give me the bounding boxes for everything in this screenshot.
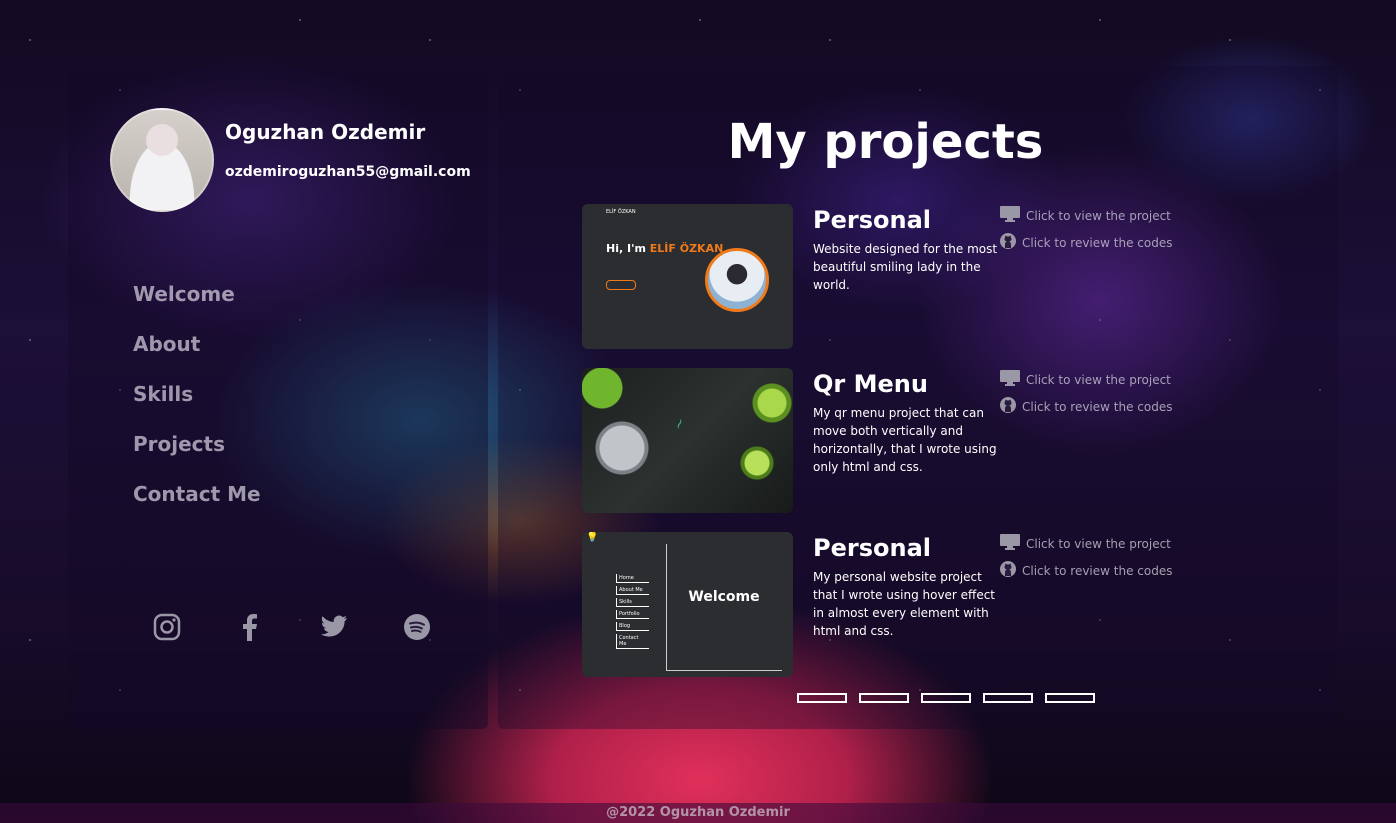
view-project-link[interactable]: Click to view the project [1000,206,1171,225]
review-code-label: Click to review the codes [1022,563,1173,578]
carousel-indicator[interactable] [797,693,847,703]
view-project-label: Click to view the project [1026,536,1171,551]
carousel-indicator[interactable] [921,693,971,703]
thumb-menu-item: Portfolio [616,610,649,619]
project-description: Website designed for the most beautiful … [813,242,998,292]
thumb-greeting-name: ELİF ÖZKAN [649,242,724,255]
nav-item-skills[interactable]: Skills [133,379,261,429]
carousel-indicators [797,693,1095,703]
carousel-indicator[interactable] [983,693,1033,703]
thumb-portrait [705,248,769,312]
nav-item-projects[interactable]: Projects [133,429,261,479]
thumb-greeting-text: Hi, I'm [606,242,646,255]
thumb-menu-item: Contact Me [616,634,649,649]
project-card: ELİF ÖZKAN Hi, I'm ELİF ÖZKAN Personal W… [582,204,1182,349]
github-icon [1000,233,1016,252]
sidebar-nav: Welcome About Skills Projects Contact Me [133,279,261,529]
nav-item-contact[interactable]: Contact Me [133,479,261,529]
project-thumbnail[interactable]: 💡 Home About Me Skills Portfolio Blog Co… [582,532,793,677]
github-icon [1000,397,1016,416]
footer-copyright: @2022 Oguzhan Ozdemir [606,805,790,820]
profile-email: ozdemiroguzhan55@gmail.com [225,164,471,180]
profile-name: Oguzhan Ozdemir [225,120,426,144]
project-card: ~ Qr Menu My qr menu project that can mo… [582,368,1182,513]
facebook-icon[interactable] [235,612,265,642]
thumb-script-decoration: ~ [670,415,690,433]
project-card: 💡 Home About Me Skills Portfolio Blog Co… [582,532,1182,677]
thumb-divider [666,544,667,670]
page-title: My projects [727,114,1044,170]
thumb-menu: Home About Me Skills Portfolio Blog Cont… [616,574,649,652]
sidebar: Oguzhan Ozdemir ozdemiroguzhan55@gmail.c… [68,66,488,729]
project-thumbnail[interactable]: ELİF ÖZKAN Hi, I'm ELİF ÖZKAN [582,204,793,349]
monitor-icon [1000,206,1020,225]
social-links [152,612,432,642]
view-project-label: Click to view the project [1026,372,1171,387]
monitor-icon [1000,534,1020,553]
thumb-menu-item: Skills [616,598,649,607]
project-thumbnail[interactable]: ~ [582,368,793,513]
project-description: My qr menu project that can move both ve… [813,406,997,474]
github-icon [1000,561,1016,580]
twitter-icon[interactable] [319,612,349,642]
review-code-link[interactable]: Click to review the codes [1000,397,1172,416]
thumb-nav-brand: ELİF ÖZKAN [606,209,636,215]
monitor-icon [1000,370,1020,389]
review-code-label: Click to review the codes [1022,235,1173,250]
project-description: My personal website project that I wrote… [813,570,996,638]
view-project-label: Click to view the project [1026,208,1171,223]
thumb-heading: Welcome [688,589,760,605]
thumb-greeting: Hi, I'm ELİF ÖZKAN [606,242,723,255]
instagram-icon[interactable] [152,612,182,642]
thumb-button [606,280,636,290]
thumb-menu-item: About Me [616,586,649,595]
project-title: Personal [813,206,931,234]
review-code-label: Click to review the codes [1022,399,1173,414]
view-project-link[interactable]: Click to view the project [1000,370,1171,389]
projects-panel: My projects ELİF ÖZKAN Hi, I'm ELİF ÖZKA… [498,66,1338,729]
footer: @2022 Oguzhan Ozdemir [0,803,1396,823]
review-code-link[interactable]: Click to review the codes [1000,561,1172,580]
carousel-indicator[interactable] [859,693,909,703]
nav-item-welcome[interactable]: Welcome [133,279,261,329]
thumb-bulb-icon: 💡 [586,532,599,543]
project-title: Personal [813,534,931,562]
thumb-menu-item: Blog [616,622,649,631]
spotify-icon[interactable] [402,612,432,642]
thumb-menu-item: Home [616,574,649,583]
project-title: Qr Menu [813,370,928,398]
nav-item-about[interactable]: About [133,329,261,379]
carousel-indicator[interactable] [1045,693,1095,703]
review-code-link[interactable]: Click to review the codes [1000,233,1172,252]
view-project-link[interactable]: Click to view the project [1000,534,1171,553]
avatar [110,108,214,212]
thumb-divider [666,670,782,671]
